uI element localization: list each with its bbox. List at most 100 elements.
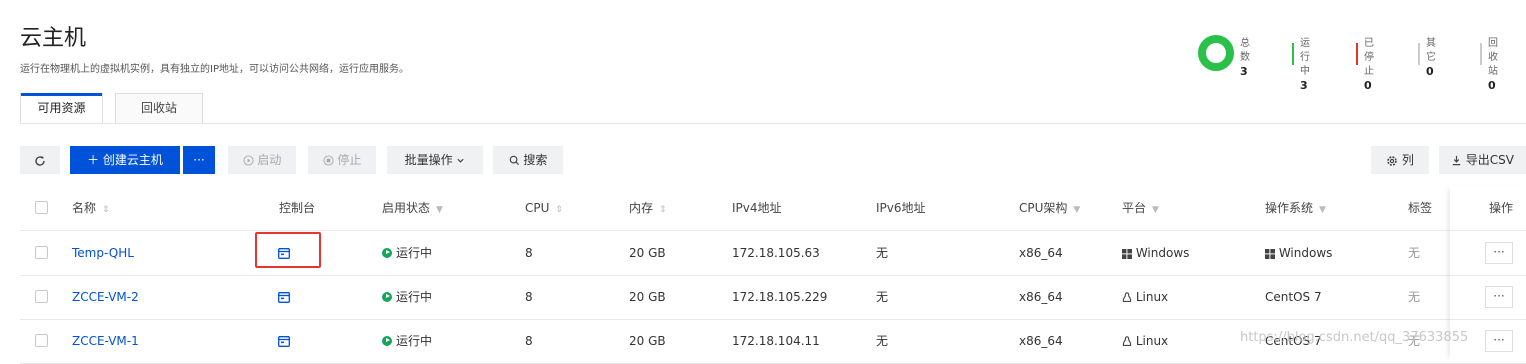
start-label: 启动 <box>257 153 282 167</box>
sort-icon[interactable]: ⇕ <box>659 205 667 215</box>
filter-icon[interactable]: ▼ <box>1073 205 1080 215</box>
refresh-button[interactable] <box>20 146 60 174</box>
stat-running: 运行中 3 <box>1292 37 1310 93</box>
os-cell: CentOS 7 <box>1265 290 1322 304</box>
header-platform[interactable]: 平台 ▼ <box>1122 186 1159 230</box>
stat-running-value: 3 <box>1300 79 1308 92</box>
select-all-checkbox[interactable] <box>35 201 48 214</box>
stat-total-value: 3 <box>1240 65 1248 78</box>
status-ring-chart <box>1198 35 1234 71</box>
chevron-down-icon <box>457 158 465 163</box>
windows-icon <box>1265 248 1275 259</box>
stat-stopped: 已停止 0 <box>1356 37 1374 93</box>
stat-other-value: 0 <box>1426 65 1434 78</box>
header-console: 控制台 <box>279 201 316 215</box>
filter-icon[interactable]: ▼ <box>436 205 443 215</box>
row-checkbox[interactable] <box>35 334 48 347</box>
memory-cell: 20 GB <box>629 290 666 304</box>
status-text: 运行中 <box>396 290 433 304</box>
running-status-icon <box>382 335 392 346</box>
platform-text: Linux <box>1135 290 1169 304</box>
filter-icon[interactable]: ▼ <box>1319 205 1326 215</box>
columns-label: 列 <box>1401 153 1414 167</box>
header-arch-label: CPU架构 <box>1019 201 1068 215</box>
os-text: Windows <box>1278 246 1333 260</box>
ipv6-cell: 无 <box>876 290 889 304</box>
header-name-label: 名称 <box>72 201 97 215</box>
header-os-label: 操作系统 <box>1265 201 1314 215</box>
vm-name-link[interactable]: Temp-QHL <box>72 231 134 275</box>
row-checkbox[interactable] <box>35 246 48 259</box>
header-name[interactable]: 名称 ⇕ <box>72 186 110 230</box>
sort-icon[interactable]: ⇕ <box>102 205 110 215</box>
tab-bar: 可用资源 回收站 <box>20 93 1526 124</box>
running-status-icon <box>382 291 392 302</box>
create-vm-button[interactable]: ＋ 创建云主机 <box>70 146 180 174</box>
platform-cell: Linux <box>1122 319 1168 363</box>
console-button[interactable] <box>278 275 290 319</box>
header-tags: 标签 <box>1408 201 1433 215</box>
header-ipv6: IPv6地址 <box>876 201 926 215</box>
sort-icon[interactable]: ⇕ <box>555 205 563 215</box>
stat-other-label: 其它 <box>1426 38 1436 63</box>
stop-circle-icon <box>323 155 334 166</box>
status-cell: 运行中 <box>382 275 432 319</box>
ipv4-cell: 172.18.105.63 <box>732 246 820 260</box>
page-title: 云主机 <box>20 26 87 51</box>
header-memory[interactable]: 内存 ⇕ <box>629 186 667 230</box>
page-subtitle: 运行在物理机上的虚拟机实例，具有独立的IP地址，可以访问公共网络，运行应用服务。 <box>20 64 409 75</box>
tags-cell: 无 <box>1408 246 1421 260</box>
platform-text: Windows <box>1135 246 1190 260</box>
table-row: ZCCE-VM-2 运行中 8 20 GB 172.18.105.229 无 x… <box>20 275 1526 320</box>
status-text: 运行中 <box>396 246 433 260</box>
create-more-button[interactable]: ··· <box>183 146 215 174</box>
start-button[interactable]: 启动 <box>228 146 296 174</box>
stat-stopped-label: 已停止 <box>1364 38 1374 77</box>
export-csv-button[interactable]: 导出CSV <box>1439 146 1526 174</box>
search-button[interactable]: 搜索 <box>493 146 563 174</box>
vm-name-link[interactable]: ZCCE-VM-2 <box>72 275 139 319</box>
memory-cell: 20 GB <box>629 246 666 260</box>
console-icon <box>278 292 290 303</box>
columns-button[interactable]: 列 <box>1371 146 1429 174</box>
highlight-annotation-box <box>255 232 321 268</box>
stat-recycle-bar <box>1480 43 1482 65</box>
platform-cell: Windows <box>1122 231 1189 275</box>
play-circle-icon <box>243 155 254 166</box>
arch-cell: x86_64 <box>1019 290 1063 304</box>
ipv6-cell: 无 <box>876 334 889 348</box>
arch-cell: x86_64 <box>1019 334 1063 348</box>
stat-total: 总数 3 <box>1232 37 1250 79</box>
linux-icon <box>1122 292 1132 302</box>
stat-running-label: 运行中 <box>1300 38 1310 77</box>
export-label: 导出CSV <box>1465 153 1515 167</box>
ipv4-cell: 172.18.104.11 <box>732 334 820 348</box>
header-ipv4: IPv4地址 <box>732 201 782 215</box>
header-os[interactable]: 操作系统 ▼ <box>1265 186 1326 230</box>
stop-button[interactable]: 停止 <box>308 146 376 174</box>
stat-total-label: 总数 <box>1240 38 1250 63</box>
stat-recycle: 回收站 0 <box>1480 37 1498 93</box>
header-arch[interactable]: CPU架构 ▼ <box>1019 186 1080 230</box>
linux-icon <box>1122 336 1132 346</box>
filter-icon[interactable]: ▼ <box>1152 205 1159 215</box>
ipv6-cell: 无 <box>876 246 889 260</box>
stat-recycle-label: 回收站 <box>1488 38 1498 77</box>
platform-cell: Linux <box>1122 275 1168 319</box>
tab-recycle-bin[interactable]: 回收站 <box>115 93 203 123</box>
header-cpu[interactable]: CPU ⇕ <box>525 186 563 230</box>
os-cell: Windows <box>1265 231 1332 275</box>
vm-name-link[interactable]: ZCCE-VM-1 <box>72 319 139 363</box>
download-icon <box>1452 155 1461 166</box>
arch-cell: x86_64 <box>1019 246 1063 260</box>
cpu-cell: 8 <box>525 290 533 304</box>
tab-available-resources[interactable]: 可用资源 <box>20 93 103 123</box>
row-checkbox[interactable] <box>35 290 48 303</box>
batch-operations-button[interactable]: 批量操作 <box>387 146 483 174</box>
refresh-icon <box>35 155 45 166</box>
header-platform-label: 平台 <box>1122 201 1147 215</box>
header-status[interactable]: 启用状态 ▼ <box>382 186 443 230</box>
windows-icon <box>1122 248 1132 259</box>
console-icon <box>278 336 290 347</box>
console-button[interactable] <box>278 319 290 363</box>
